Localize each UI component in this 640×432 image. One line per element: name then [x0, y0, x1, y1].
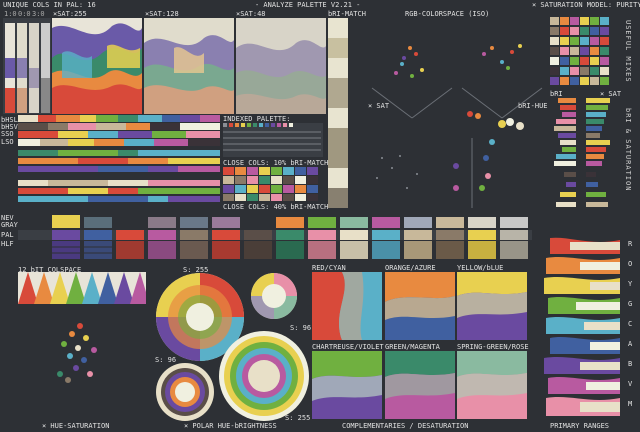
close-cols-10-label: CLOSE COLS: 10% bRI-MATCH	[223, 159, 329, 167]
footer-compl-desat: COMPLEMENTARIES / DESATURATION	[342, 422, 469, 430]
unique-cols-label: UNIQUE COLS IN PAL: 16	[3, 1, 96, 9]
primary-ranges-chart	[540, 236, 622, 420]
footer-primary-ranges: PRIMARY RANGES	[550, 422, 610, 430]
palette-gradient-rows	[18, 150, 220, 202]
useful-mixes-grid	[550, 17, 609, 85]
hue-saturation-scatter	[57, 323, 97, 383]
compl-springgreen-rose-label: SPRING-GREEN/ROSE	[457, 343, 529, 351]
hue-sat-chart-128	[144, 18, 234, 114]
compl-springgreen-rose-chart	[457, 351, 527, 419]
bri-label: bRI	[550, 90, 563, 98]
label-lso: LSO	[1, 138, 14, 146]
colspace-12bit-plot	[18, 272, 146, 304]
bri-sat-bars	[554, 98, 610, 207]
compl-yellow-blue-label: YELLOW/bLUE	[457, 264, 504, 272]
compl-orange-azure-label: ORANGE/AZURE	[385, 264, 436, 272]
hue-letter-g: G	[628, 300, 633, 308]
label-gray: GRAY	[1, 221, 18, 229]
rgb-colorspace-plot	[371, 44, 543, 208]
polar-wheel-255b	[219, 331, 309, 421]
tag-2: 0:0	[18, 10, 31, 18]
hue-letter-c: C	[628, 320, 633, 328]
hue-letter-b: B	[628, 360, 633, 368]
sat-128-label: ⨯SAT:128	[145, 10, 179, 18]
app-title: - ANALYZE PALETTE V2.21 -	[255, 1, 361, 9]
tag-3: 3:0	[32, 10, 45, 18]
hue-sat-chart-48	[236, 18, 326, 114]
bri-match-strip	[328, 18, 348, 208]
compl-yellow-blue-chart	[457, 272, 527, 340]
tag-1: 1:0	[4, 10, 17, 18]
footer-polar-hue-bri: ⨯ POLAR HUE-bRIGHTNESS	[184, 422, 277, 430]
label-sso: SSO	[1, 130, 14, 138]
saturation-model-selector[interactable]: ⨯ SATURATION MODEL: PURITY	[532, 1, 640, 9]
sat-48-label: ⨯SAT:48	[236, 10, 266, 18]
indexed-palette-grid	[223, 123, 323, 157]
hue-letter-y: Y	[628, 280, 633, 288]
hue-letter-a: A	[628, 340, 633, 348]
hue-letter-m: M	[628, 400, 633, 408]
footer-hue-saturation: ⨯ HUE-SATURATION	[42, 422, 110, 430]
compl-chartreuse-violet-label: CHARTREUSE/VIOLET	[312, 343, 384, 351]
palette-swatch-row	[18, 215, 532, 259]
bri-match-label: bRI-MATCH	[328, 10, 366, 18]
bri-saturation-label: bRI & SATURATION	[624, 108, 632, 192]
compl-orange-azure-chart	[385, 272, 455, 340]
rgb-colorspace-title: RGB-COLORSPACE (ISO)	[405, 10, 490, 18]
compl-chartreuse-violet-chart	[312, 351, 382, 419]
hue-letter-v: V	[628, 380, 633, 388]
close-cols-10-grid	[223, 167, 323, 201]
compl-red-cyan-chart	[312, 272, 382, 340]
hue-letter-o: O	[628, 260, 633, 268]
useful-mixes-label: USEFUL MIXES	[624, 20, 632, 83]
hue-letter-r: R	[628, 240, 633, 248]
sat-255-label: ⨯SAT:255	[53, 10, 87, 18]
compl-green-magenta-chart	[385, 351, 455, 419]
sat-axis-label: ⨯ SAT	[368, 102, 390, 110]
indexed-palette-title: INDEXED PALETTE:	[223, 115, 291, 123]
close-cols-40-label: CLOSE COLS: 40% bRI-MATCH	[223, 203, 329, 211]
label-pal: PAL	[1, 231, 14, 239]
sat-label-right: ⨯ SAT	[600, 90, 622, 98]
polar-wheel-96	[251, 273, 297, 319]
compl-red-cyan-label: RED/CYAN	[312, 264, 346, 272]
polar-s255b-label: S: 255	[285, 414, 311, 422]
sorted-palette-stripes	[18, 115, 220, 146]
polar-wheel-96b	[156, 363, 214, 421]
bri-hue-axis-label: bRI-HUE	[518, 102, 548, 110]
palette-columns	[3, 18, 51, 114]
label-hlf: HLF	[1, 240, 14, 248]
compl-green-magenta-label: GREEN/MAGENTA	[385, 343, 440, 351]
hue-sat-chart-255	[52, 18, 142, 114]
